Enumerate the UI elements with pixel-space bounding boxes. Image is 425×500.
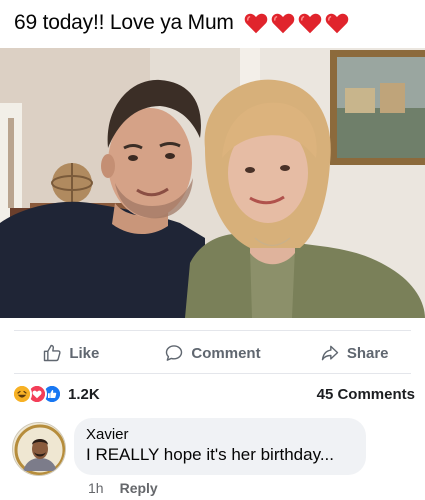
share-button[interactable]: Share — [283, 338, 425, 368]
reaction-count: 1.2K — [68, 385, 100, 403]
reply-button[interactable]: Reply — [120, 480, 158, 496]
divider — [14, 330, 411, 331]
comment-button[interactable]: Comment — [142, 338, 284, 368]
comment-icon — [166, 345, 183, 361]
heart-icon — [325, 13, 349, 34]
heart-icon — [298, 13, 322, 34]
comment-label: Comment — [191, 344, 261, 362]
post-photo[interactable] — [0, 48, 425, 318]
heart-emoji-group — [243, 10, 350, 36]
comment-bubble: Xavier I REALLY hope it's her birthday..… — [74, 418, 366, 475]
comment-author[interactable]: Xavier — [86, 426, 354, 444]
like-label: Like — [69, 344, 100, 362]
comment-meta: 1h Reply — [88, 480, 158, 496]
avatar[interactable] — [12, 422, 66, 476]
reactions-group[interactable]: 1.2K — [12, 384, 100, 404]
heart-icon — [244, 13, 268, 34]
comment-time[interactable]: 1h — [88, 480, 104, 496]
comments-count-link[interactable]: 45 Comments — [317, 386, 415, 403]
like-button[interactable]: Like — [0, 338, 142, 368]
reactions-summary: 1.2K 45 Comments — [12, 381, 415, 407]
share-label: Share — [346, 344, 389, 362]
post-action-bar: Like Comment Share — [0, 338, 425, 368]
post-caption-row: 69 today!! Love ya Mum — [14, 6, 350, 40]
comment-text: I REALLY hope it's her birthday... — [86, 445, 334, 464]
photo-illustration — [0, 48, 425, 318]
share-arrow-icon — [321, 345, 339, 361]
haha-icon — [12, 384, 32, 404]
avatar-image — [13, 423, 65, 475]
thumbs-up-icon — [44, 344, 61, 362]
post-caption: 69 today!! Love ya Mum — [14, 11, 234, 34]
heart-icon — [271, 13, 295, 34]
comment-item: Xavier I REALLY hope it's her birthday..… — [10, 418, 415, 500]
divider — [14, 373, 411, 374]
